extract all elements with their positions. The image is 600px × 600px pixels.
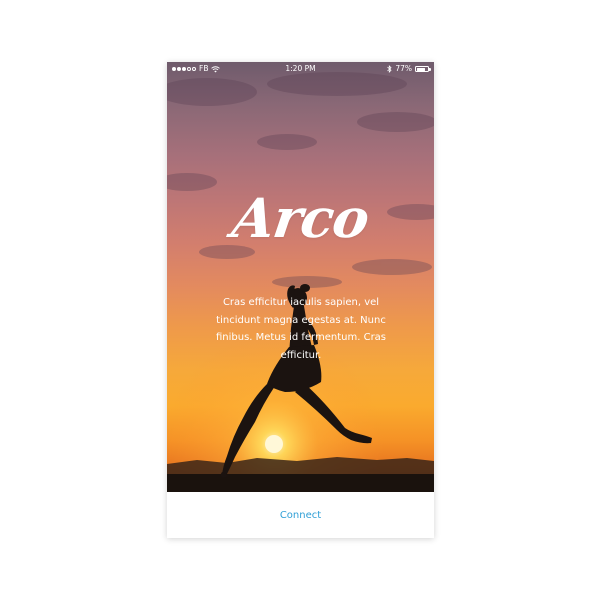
phone-frame: FB 1:20 PM 77% Arco Cras efficitur iacul… — [167, 62, 434, 538]
hero-description: Cras efficitur iaculis sapien, vel tinci… — [215, 297, 387, 361]
connect-button[interactable]: Connect — [167, 492, 434, 538]
clouds — [167, 72, 434, 288]
app-logo-title: Arco — [228, 186, 373, 250]
status-bar: FB 1:20 PM 77% — [167, 62, 434, 76]
splash-screen: FB 1:20 PM 77% Arco Cras efficitur iacul… — [167, 62, 434, 492]
battery-percent: 77% — [395, 64, 412, 73]
bottom-bar: Connect — [167, 492, 434, 538]
status-right: 77% — [387, 62, 431, 76]
sun — [265, 435, 283, 453]
bluetooth-icon — [387, 65, 392, 73]
ground — [167, 474, 434, 492]
battery-icon — [415, 66, 431, 72]
sunset-background-image — [167, 72, 434, 492]
battery-fill — [416, 67, 425, 71]
